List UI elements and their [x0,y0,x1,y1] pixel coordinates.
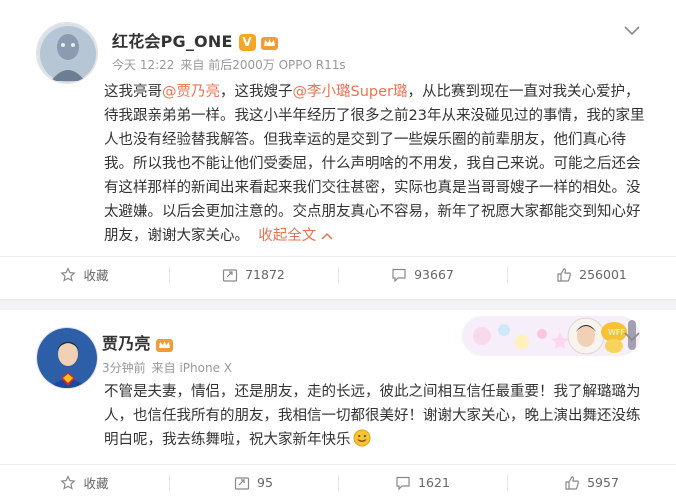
comment-count: 93667 [414,267,454,282]
post-source: 来自 iPhone X [151,361,232,375]
mention-link[interactable]: @贾乃亮 [162,84,220,100]
username[interactable]: 红花会PG_ONE V [112,28,279,52]
favorite-button[interactable]: 收藏 [0,465,169,500]
content-text: 不管是夫妻，情侣，还是朋友，走的长远，彼此之间相互信任最重要！我了解璐璐为人，也… [104,384,641,448]
action-bar: 收藏 95 1621 5957 [0,464,676,500]
repost-count: 95 [257,475,273,490]
post-content: 这我亮哥@贾乃亮，这我嫂子@李小璐Super璐，从比赛到现在一直对我关心爱护，待… [104,80,649,248]
like-thumb-icon [565,475,580,490]
mention-link[interactable]: @李小璐Super璐 [293,84,408,100]
collapse-link[interactable]: 收起全文 [258,228,316,244]
post-separator [0,300,676,310]
repost-icon [223,268,238,282]
verified-v-icon: V [238,34,256,51]
username-text[interactable]: 贾乃亮 [102,334,151,353]
content-text: ，从比赛到现在一直对我关心爱护，待我跟亲弟弟一样。我这小半年经历了很多之前23年… [104,84,645,244]
star-icon [60,474,77,490]
repost-button[interactable]: 95 [169,465,338,500]
username-text[interactable]: 红花会PG_ONE [112,32,233,51]
favorite-button[interactable]: 收藏 [0,257,169,292]
member-crown-icon[interactable] [155,336,174,353]
favorite-label: 收藏 [83,268,109,283]
smile-emoji-icon [353,429,370,447]
chevron-down-icon[interactable] [624,332,640,342]
post-time[interactable]: 3分钟前 [102,361,146,375]
action-bar: 收藏 71872 93667 256001 [0,256,676,292]
comment-count: 1621 [418,475,450,490]
avatar-image [37,23,97,83]
weibo-post-1: 红花会PG_ONE V 今天 12:22 来自 前后2000万 OPPO R11s … [0,0,676,300]
like-thumb-icon [557,267,572,282]
comment-icon [392,268,406,282]
chevron-up-icon[interactable] [321,232,333,240]
avatar-image [37,328,97,388]
content-text: ，这我嫂子 [220,84,293,100]
like-count: 256001 [579,267,627,282]
repost-count: 71872 [245,267,285,282]
post-source: 来自 前后2000万 OPPO R11s [180,58,346,72]
post-content: 不管是夫妻，情侣，还是朋友，走的长远，彼此之间相互信任最重要！我了解璐璐为人，也… [104,380,649,452]
avatar[interactable] [36,327,98,389]
like-button[interactable]: 5957 [507,465,676,500]
member-crown-icon[interactable] [260,34,279,51]
comment-button[interactable]: 1621 [338,465,507,500]
comment-button[interactable]: 93667 [338,257,507,292]
post-time[interactable]: 今天 12:22 [112,58,174,72]
username[interactable]: 贾乃亮 [102,330,174,354]
comment-icon [396,476,410,490]
repost-button[interactable]: 71872 [169,257,338,292]
star-icon [60,266,77,282]
like-count: 5957 [587,475,619,490]
post-meta: 今天 12:22 来自 前后2000万 OPPO R11s [112,56,352,73]
sticker-banner[interactable]: WFF [462,310,640,362]
avatar[interactable] [36,22,98,84]
like-button[interactable]: 256001 [507,257,676,292]
repost-icon [234,476,250,490]
svg-text:WFF: WFF [608,328,626,337]
chevron-down-icon[interactable] [624,26,640,36]
favorite-label: 收藏 [83,476,109,491]
weibo-post-2: 贾乃亮 3分钟前 来自 iPhone X WFF 不管是夫妻，情侣，还是朋友，走的… [0,310,676,504]
content-text: 这我亮哥 [104,84,162,100]
post-meta: 3分钟前 来自 iPhone X [102,359,238,376]
